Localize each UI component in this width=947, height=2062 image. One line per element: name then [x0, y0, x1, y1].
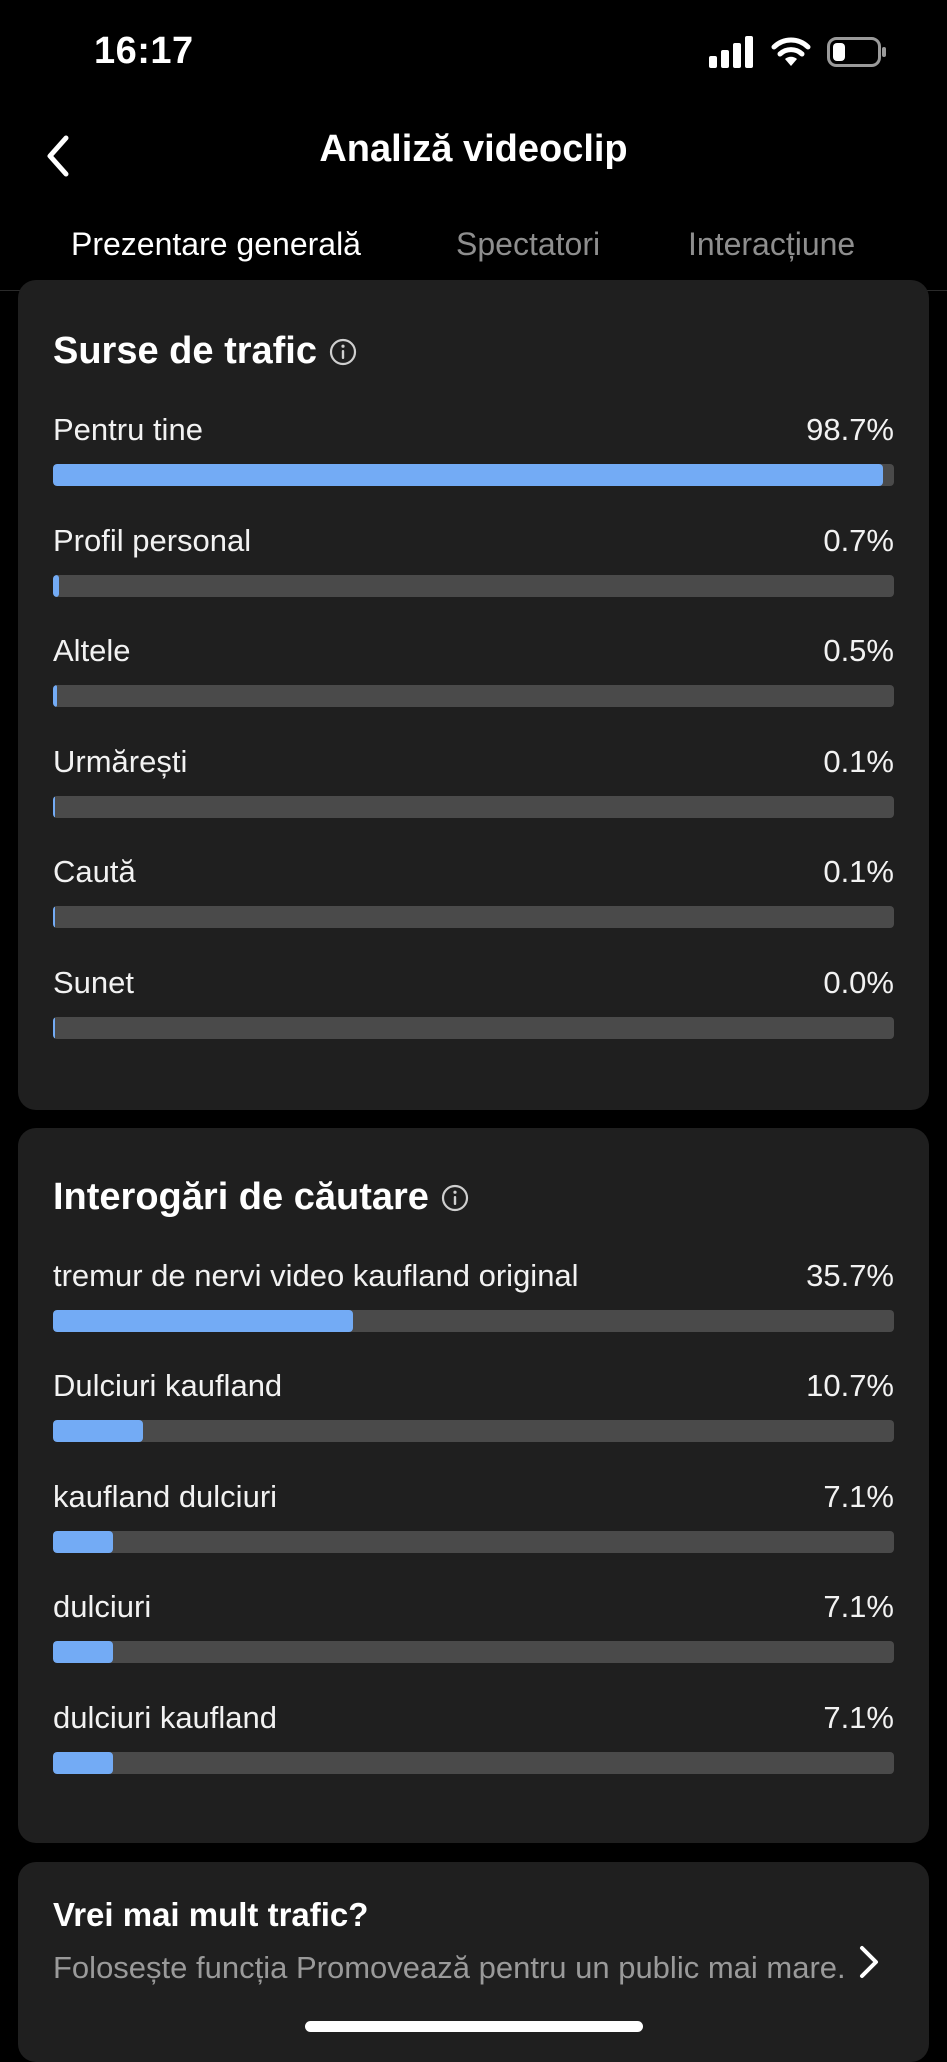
traffic-source-bar — [53, 1017, 894, 1039]
tab-viewers[interactable]: Spectatori — [456, 226, 600, 263]
traffic-source-value: 0.0% — [823, 965, 894, 1000]
traffic-sources-header: Surse de trafic — [53, 330, 357, 373]
traffic-source-label: Pentru tine — [53, 412, 203, 447]
traffic-sources-title: Surse de trafic — [53, 330, 317, 372]
search-query-bar — [53, 1752, 894, 1774]
search-query-value: 7.1% — [823, 1589, 894, 1624]
traffic-source-label: Urmărești — [53, 744, 188, 779]
search-query-value: 7.1% — [823, 1700, 894, 1735]
search-query-value: 35.7% — [806, 1258, 894, 1293]
traffic-sources-card: Surse de trafic Pentru tine 98.7% Profil… — [18, 280, 929, 1110]
traffic-source-bar — [53, 796, 894, 818]
traffic-source-bar-fill — [53, 575, 59, 597]
traffic-source-bar-fill — [53, 685, 58, 707]
traffic-source-value: 0.1% — [823, 744, 894, 779]
status-time: 16:17 — [94, 30, 194, 72]
traffic-source-label: Sunet — [53, 965, 135, 1000]
search-query-bar — [53, 1420, 894, 1442]
search-query-bar-fill — [53, 1310, 354, 1332]
traffic-source-bar-fill — [53, 796, 55, 818]
wifi-icon — [771, 37, 811, 66]
search-query-bar-fill — [53, 1752, 113, 1774]
traffic-source-bar — [53, 685, 894, 707]
page-title: Analiză videoclip — [319, 128, 628, 170]
home-indicator — [305, 2021, 643, 2032]
traffic-source-bar-fill — [53, 1017, 55, 1039]
tab-engagement[interactable]: Interacțiune — [688, 226, 855, 263]
traffic-source-value: 0.7% — [823, 523, 894, 558]
signal-icon — [709, 36, 753, 68]
search-queries-header: Interogări de căutare — [53, 1176, 469, 1219]
info-icon[interactable] — [441, 1184, 469, 1212]
search-query-bar-fill — [53, 1531, 113, 1553]
search-query-bar — [53, 1641, 894, 1663]
search-query-bar — [53, 1531, 894, 1553]
traffic-source-value: 98.7% — [806, 412, 894, 447]
battery-icon — [827, 37, 886, 67]
promote-description: Folosește funcția Promovează pentru un p… — [53, 1950, 846, 1985]
search-query-value: 7.1% — [823, 1479, 894, 1514]
traffic-source-bar-fill — [53, 906, 55, 928]
search-queries-title: Interogări de căutare — [53, 1176, 429, 1218]
search-query-bar — [53, 1310, 894, 1332]
traffic-source-bar-fill — [53, 464, 884, 486]
header: Analiză videoclip — [0, 110, 947, 200]
promote-chevron[interactable] — [849, 1940, 889, 1984]
search-query-label: kaufland dulciuri — [53, 1479, 278, 1514]
traffic-source-bar — [53, 575, 894, 597]
status-bar: 16:17 — [0, 0, 947, 110]
promote-title: Vrei mai mult trafic? — [53, 1896, 369, 1933]
search-query-value: 10.7% — [806, 1368, 894, 1403]
search-query-label: tremur de nervi video kaufland original — [53, 1258, 579, 1293]
tab-overview[interactable]: Prezentare generală — [71, 226, 361, 263]
traffic-source-bar — [53, 464, 894, 486]
status-icons — [709, 36, 887, 68]
traffic-source-value: 0.5% — [823, 633, 894, 668]
search-query-label: Dulciuri kaufland — [53, 1368, 283, 1403]
search-query-label: dulciuri — [53, 1589, 152, 1624]
traffic-source-label: Profil personal — [53, 523, 252, 558]
traffic-source-label: Caută — [53, 854, 136, 889]
traffic-source-value: 0.1% — [823, 854, 894, 889]
info-icon[interactable] — [329, 338, 357, 366]
search-queries-card: Interogări de căutare tremur de nervi vi… — [18, 1128, 929, 1843]
search-query-bar-fill — [53, 1641, 113, 1663]
search-query-label: dulciuri kaufland — [53, 1700, 278, 1735]
promote-card[interactable]: Vrei mai mult trafic? Folosește funcția … — [18, 1862, 929, 2062]
search-query-bar-fill — [53, 1420, 143, 1442]
traffic-source-bar — [53, 906, 894, 928]
chevron-right-icon — [860, 1946, 878, 1978]
traffic-source-label: Altele — [53, 633, 131, 668]
